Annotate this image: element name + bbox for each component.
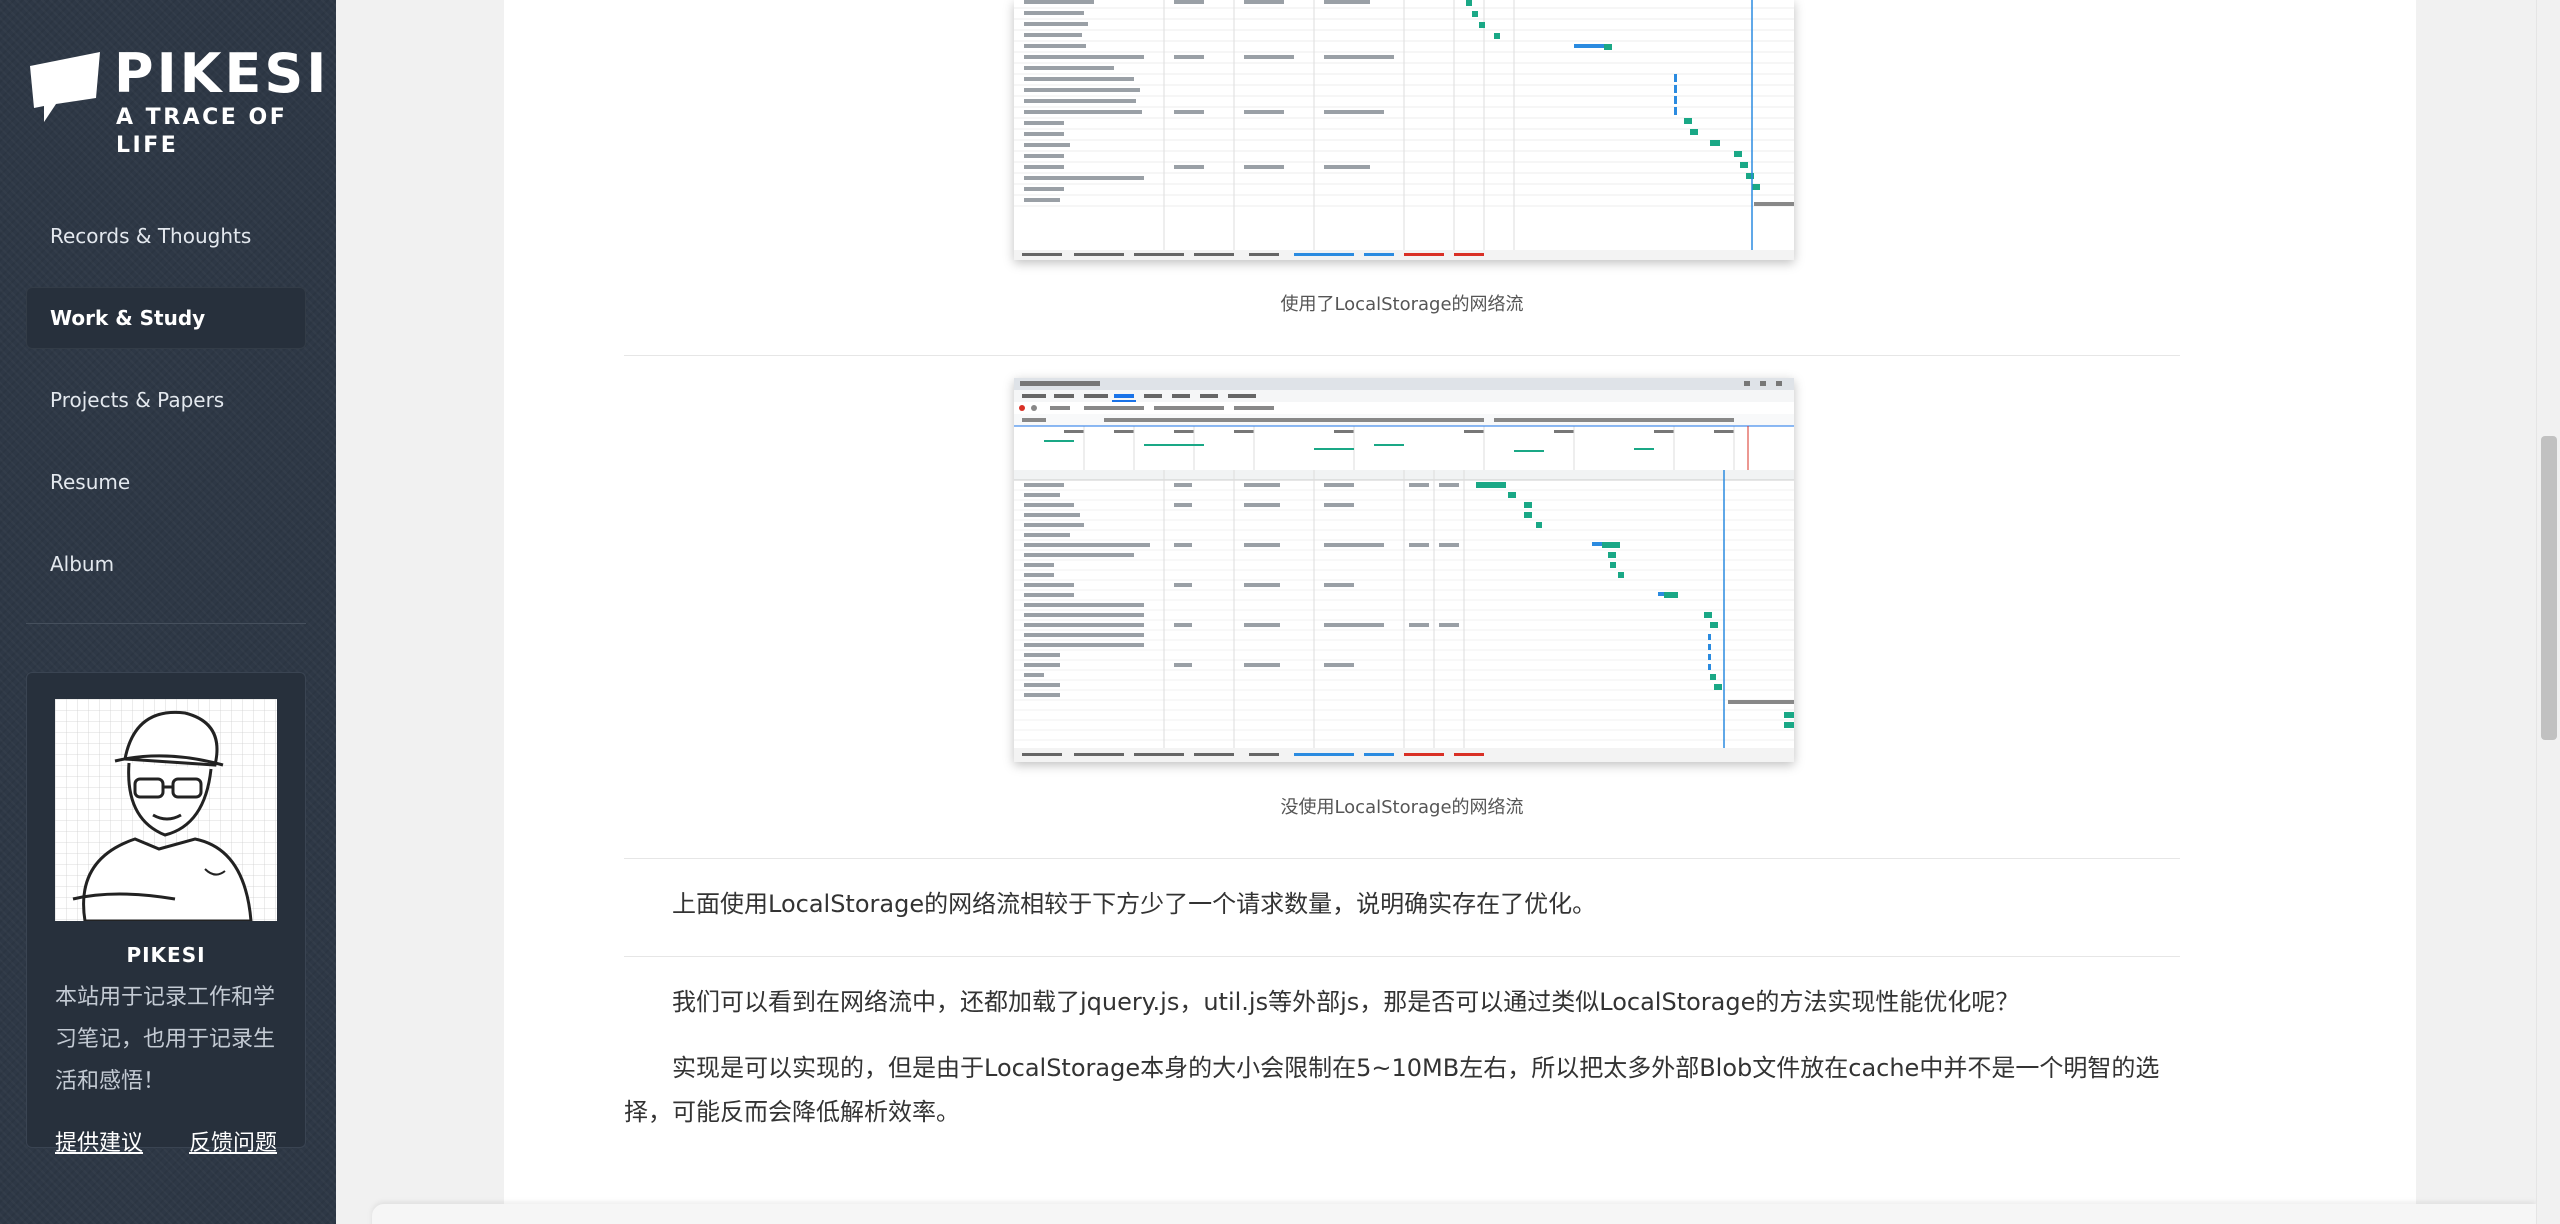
sidebar-divider bbox=[26, 623, 306, 624]
scrollbar-thumb[interactable] bbox=[2541, 436, 2557, 740]
figure1-caption: 使用了LocalStorage的网络流 bbox=[1280, 294, 1524, 315]
nav-item-records-thoughts[interactable]: Records & Thoughts bbox=[26, 205, 306, 267]
feedback-link[interactable]: 反馈问题 bbox=[189, 1125, 277, 1157]
figure-divider bbox=[624, 355, 2180, 356]
profile-name: PIKESI bbox=[126, 943, 206, 967]
paragraph-1: 上面使用LocalStorage的网络流相较于下方少了一个请求数量，说明确实存在… bbox=[672, 890, 1597, 918]
network-waterfall-image bbox=[1014, 0, 1794, 260]
paragraph-divider bbox=[624, 956, 2180, 957]
profile-bio: 本站用于记录工作和学习笔记，也用于记录生活和感悟！ bbox=[55, 985, 276, 1094]
site-title: PIKESI bbox=[114, 42, 330, 105]
nav-item-work-study[interactable]: Work & Study bbox=[26, 287, 306, 349]
nav-item-resume[interactable]: Resume bbox=[26, 451, 306, 513]
nav-item-projects-papers[interactable]: Projects & Papers bbox=[26, 369, 306, 431]
sidebar: PIKESI A TRACE OF LIFE Records & Thought… bbox=[0, 0, 336, 1224]
figure2-caption: 没使用LocalStorage的网络流 bbox=[1280, 797, 1524, 818]
figure-divider bbox=[624, 858, 2180, 859]
speech-bubble-logo-icon bbox=[30, 52, 100, 122]
suggestion-link[interactable]: 提供建议 bbox=[55, 1125, 143, 1157]
network-waterfall-image bbox=[1014, 378, 1794, 762]
site-subtitle: A TRACE OF LIFE bbox=[116, 105, 288, 158]
main-nav: Records & Thoughts Work & Study Projects… bbox=[26, 205, 306, 615]
paragraph-3: 实现是可以实现的，但是由于LocalStorage本身的大小会限制在5~10MB… bbox=[624, 1054, 2160, 1126]
page-scrollbar[interactable] bbox=[2536, 0, 2560, 1224]
profile-links: 提供建议 反馈问题 bbox=[55, 1125, 285, 1157]
article-body: 使用了LocalStorage的网络流 没使用LocalStorage的网络流 … bbox=[624, 0, 2180, 1224]
nav-item-album[interactable]: Album bbox=[26, 533, 306, 595]
paragraph-2: 我们可以看到在网络流中，还都加载了jquery.js，util.js等外部js，… bbox=[672, 988, 2020, 1016]
bottom-panel-edge bbox=[372, 1204, 2536, 1224]
avatar bbox=[55, 699, 277, 921]
devtools-screenshot-with-localstorage bbox=[1014, 0, 1794, 260]
profile-card: PIKESI 本站用于记录工作和学习笔记，也用于记录生活和感悟！ 提供建议 反馈… bbox=[26, 672, 306, 1156]
devtools-screenshot-without-localstorage bbox=[1014, 378, 1794, 762]
site-logo[interactable]: PIKESI A TRACE OF LIFE bbox=[26, 44, 326, 158]
